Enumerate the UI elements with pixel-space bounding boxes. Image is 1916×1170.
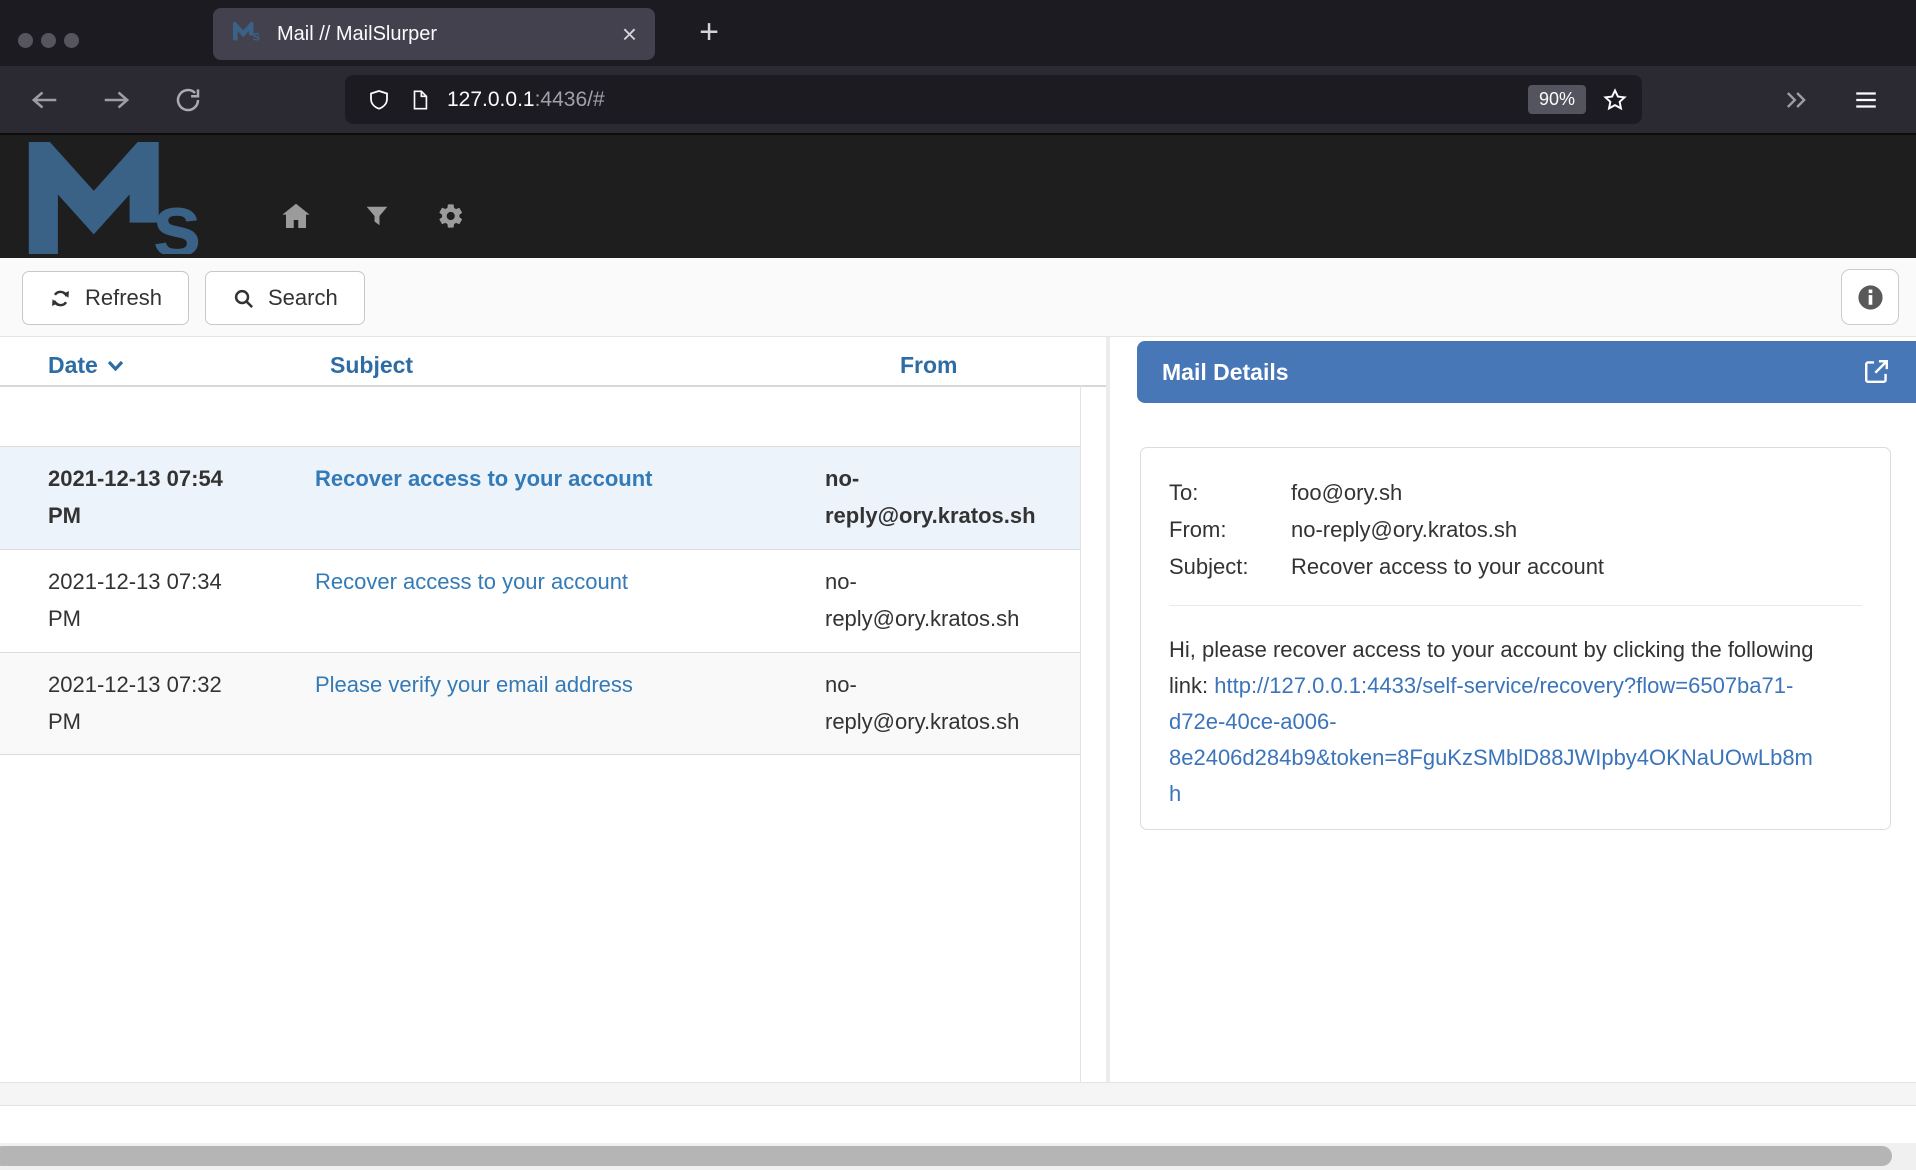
from-label: From:	[1169, 511, 1291, 548]
column-header-subject-label: Subject	[330, 352, 413, 379]
mail-row[interactable]: 2021-12-13 07:32 PM Please verify your e…	[0, 652, 1080, 755]
svg-text:s: s	[252, 28, 260, 41]
mail-row-selected[interactable]: 2021-12-13 07:54 PM Recover access to yo…	[0, 446, 1080, 549]
recovery-link[interactable]: http://127.0.0.1:4433/self-service/recov…	[1169, 673, 1813, 806]
column-header-from: From	[900, 352, 958, 379]
card-divider	[1169, 605, 1862, 606]
window-controls[interactable]	[18, 33, 79, 48]
to-label: To:	[1169, 474, 1291, 511]
double-chevron-icon	[1782, 86, 1810, 114]
home-button[interactable]	[279, 199, 313, 233]
list-right-border	[1080, 386, 1081, 1082]
sort-descending-chevron-icon	[107, 360, 124, 371]
mail-subject-link[interactable]: Recover access to your account	[315, 466, 652, 491]
mail-row[interactable]: 2021-12-13 07:34 PM Recover access to yo…	[0, 549, 1080, 652]
from-value: no-reply@ory.kratos.sh	[1291, 511, 1862, 548]
tab-close-icon[interactable]: ×	[622, 21, 637, 47]
bookmark-star-icon[interactable]	[1602, 87, 1628, 113]
refresh-button-label: Refresh	[85, 285, 162, 311]
to-value: foo@ory.sh	[1291, 474, 1862, 511]
browser-tab-strip: s Mail // MailSlurper × +	[0, 0, 1916, 66]
url-suffix: :4436/#	[535, 88, 605, 111]
mail-subject-link[interactable]: Recover access to your account	[315, 569, 628, 594]
gear-icon	[437, 202, 465, 230]
settings-button[interactable]	[434, 199, 468, 233]
mailslurper-logo: s	[28, 142, 220, 259]
hamburger-menu-icon	[1853, 87, 1879, 113]
column-header-date[interactable]: Date	[48, 352, 124, 379]
panel-divider	[1106, 337, 1110, 1105]
filter-icon	[364, 203, 390, 229]
mail-from: no-reply@ory.kratos.sh	[825, 563, 1035, 637]
info-icon	[1856, 283, 1885, 312]
new-tab-button[interactable]: +	[688, 12, 730, 54]
url-text: 127.0.0.1:4436/#	[447, 88, 1528, 112]
zoom-level-badge[interactable]: 90%	[1528, 85, 1586, 114]
column-header-subject: Subject	[330, 352, 413, 379]
mail-body: Hi, please recover access to your accoun…	[1169, 632, 1819, 812]
mail-details-card: To: foo@ory.sh From: no-reply@ory.kratos…	[1140, 447, 1891, 830]
column-header-divider	[0, 385, 1110, 387]
mail-from: no-reply@ory.kratos.sh	[825, 666, 1035, 740]
mail-list: 2021-12-13 07:54 PM Recover access to yo…	[0, 446, 1080, 755]
mail-date: 2021-12-13 07:54 PM	[48, 460, 253, 534]
svg-text:s: s	[152, 175, 202, 254]
menu-button[interactable]	[1844, 78, 1888, 122]
external-link-icon	[1862, 357, 1891, 386]
shield-icon[interactable]	[367, 88, 391, 112]
mail-subject-link[interactable]: Please verify your email address	[315, 672, 633, 697]
window-control-dot[interactable]	[18, 33, 33, 48]
mail-from: no-reply@ory.kratos.sh	[825, 460, 1035, 534]
browser-tab[interactable]: s Mail // MailSlurper ×	[213, 8, 655, 60]
forward-button[interactable]	[94, 78, 138, 122]
window-control-dot[interactable]	[64, 33, 79, 48]
mail-details-title: Mail Details	[1137, 341, 1916, 403]
subject-label: Subject:	[1169, 548, 1291, 585]
page-info-icon[interactable]	[409, 88, 431, 112]
url-bar[interactable]: 127.0.0.1:4436/# 90%	[345, 75, 1642, 124]
mailslurper-navbar: s	[0, 133, 1916, 258]
tab-title: Mail // MailSlurper	[277, 23, 622, 46]
window-control-dot[interactable]	[41, 33, 56, 48]
column-header-from-label: From	[900, 352, 958, 379]
actions-toolbar: Refresh Search	[0, 258, 1916, 337]
toolbar-overflow-button[interactable]	[1774, 78, 1818, 122]
refresh-icon	[49, 287, 72, 310]
url-host: 127.0.0.1	[447, 88, 535, 111]
filter-button[interactable]	[360, 199, 394, 233]
browser-toolbar: 127.0.0.1:4436/# 90%	[0, 66, 1916, 133]
back-arrow-icon	[30, 85, 60, 115]
search-button-label: Search	[268, 285, 338, 311]
mail-details-header: Mail Details	[1137, 341, 1916, 403]
search-button[interactable]: Search	[205, 271, 365, 325]
bottom-band	[0, 1083, 1916, 1106]
search-icon	[232, 287, 255, 310]
mail-date: 2021-12-13 07:32 PM	[48, 666, 253, 740]
horizontal-scrollbar[interactable]	[0, 1143, 1916, 1170]
mail-date: 2021-12-13 07:34 PM	[48, 563, 253, 637]
home-icon	[280, 200, 312, 232]
column-header-date-label: Date	[48, 352, 98, 379]
info-button[interactable]	[1841, 269, 1899, 325]
reload-icon	[173, 85, 203, 115]
open-in-new-window-button[interactable]	[1862, 357, 1891, 391]
reload-button[interactable]	[166, 78, 210, 122]
browser-window: s Mail // MailSlurper × + 127.0.0.1:4436…	[0, 0, 1916, 1170]
forward-arrow-icon	[101, 85, 131, 115]
mailslurper-favicon-icon: s	[233, 22, 263, 46]
back-button[interactable]	[23, 78, 67, 122]
horizontal-scrollbar-thumb[interactable]	[0, 1146, 1892, 1166]
refresh-button[interactable]: Refresh	[22, 271, 189, 325]
subject-value: Recover access to your account	[1291, 548, 1862, 585]
